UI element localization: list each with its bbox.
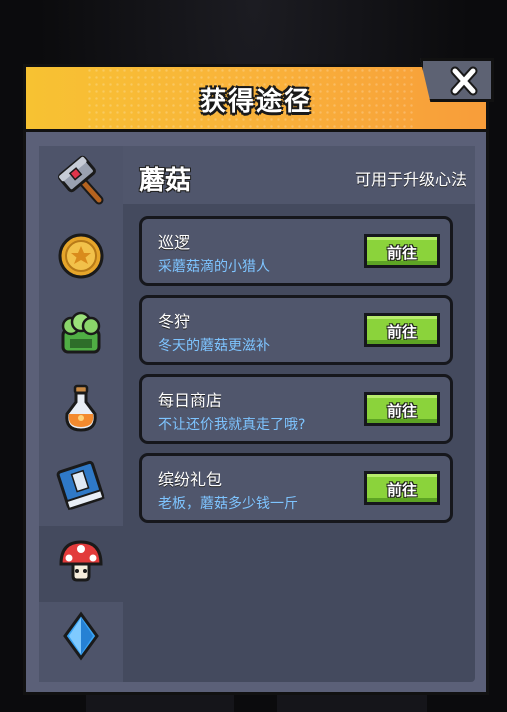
source-row: 冬狩 冬天的蘑菇更滋补 前往	[139, 295, 453, 365]
dialog-content: 蘑菇 可用于升级心法 巡逻 采蘑菇滴的小猎人 前往 冬狩 冬天的蘑菇更滋补 前往…	[39, 146, 475, 682]
go-button[interactable]: 前往	[364, 471, 440, 505]
go-button-label: 前往	[386, 481, 417, 499]
source-row: 巡逻 采蘑菇滴的小猎人 前往	[139, 216, 453, 286]
dialog-header: 获得途径	[26, 67, 486, 132]
go-button-label: 前往	[386, 244, 417, 262]
sidebar-item-coin[interactable]	[39, 222, 123, 298]
item-usage: 可用于升级心法	[354, 170, 467, 189]
item-name: 蘑菇	[139, 166, 192, 196]
background-tab-left	[86, 692, 234, 712]
source-row: 每日商店 不让还价我就真走了哦? 前往	[139, 374, 453, 444]
blue-book-icon	[56, 460, 105, 511]
sidebar-item-potion[interactable]	[39, 374, 123, 450]
hammer-icon	[58, 155, 104, 205]
source-description: 采蘑菇滴的小猎人	[158, 259, 270, 275]
background-tab-right	[277, 692, 427, 712]
go-button[interactable]: 前往	[364, 234, 440, 268]
blue-crystal-icon	[63, 611, 99, 661]
source-title: 冬狩	[158, 312, 191, 331]
go-button[interactable]: 前往	[364, 392, 440, 426]
source-title: 巡逻	[158, 233, 191, 252]
close-icon	[450, 66, 478, 96]
source-dialog: 获得途径 蘑菇 可用于升级心法 巡逻 采蘑菇滴的小猎人 前往 冬狩 冬天的蘑菇更…	[23, 64, 489, 695]
potion-bottle-icon	[65, 384, 97, 432]
go-button[interactable]: 前往	[364, 313, 440, 347]
go-button-label: 前往	[386, 323, 417, 341]
dialog-title: 获得途径	[199, 87, 312, 117]
source-title: 每日商店	[158, 391, 223, 410]
sidebar-item-hammer[interactable]	[39, 146, 123, 222]
sidebar-item-mushroom[interactable]	[39, 526, 123, 602]
mushroom-icon	[59, 540, 103, 582]
item-info-header: 蘑菇 可用于升级心法	[123, 146, 475, 204]
go-button-label: 前往	[386, 402, 417, 420]
green-jar-icon	[61, 311, 101, 354]
source-row: 缤纷礼包 老板，蘑菇多少钱一斤 前往	[139, 453, 453, 523]
sidebar-item-crystal[interactable]	[39, 602, 123, 678]
source-description: 不让还价我就真走了哦?	[158, 417, 306, 433]
sidebar-item-book[interactable]	[39, 450, 123, 526]
item-sidebar	[39, 146, 123, 682]
source-description: 冬天的蘑菇更滋补	[158, 338, 270, 354]
source-description: 老板，蘑菇多少钱一斤	[158, 496, 298, 512]
gold-coin-icon	[58, 233, 104, 279]
close-button[interactable]	[420, 58, 494, 102]
source-title: 缤纷礼包	[158, 470, 223, 489]
sidebar-item-jar[interactable]	[39, 298, 123, 374]
